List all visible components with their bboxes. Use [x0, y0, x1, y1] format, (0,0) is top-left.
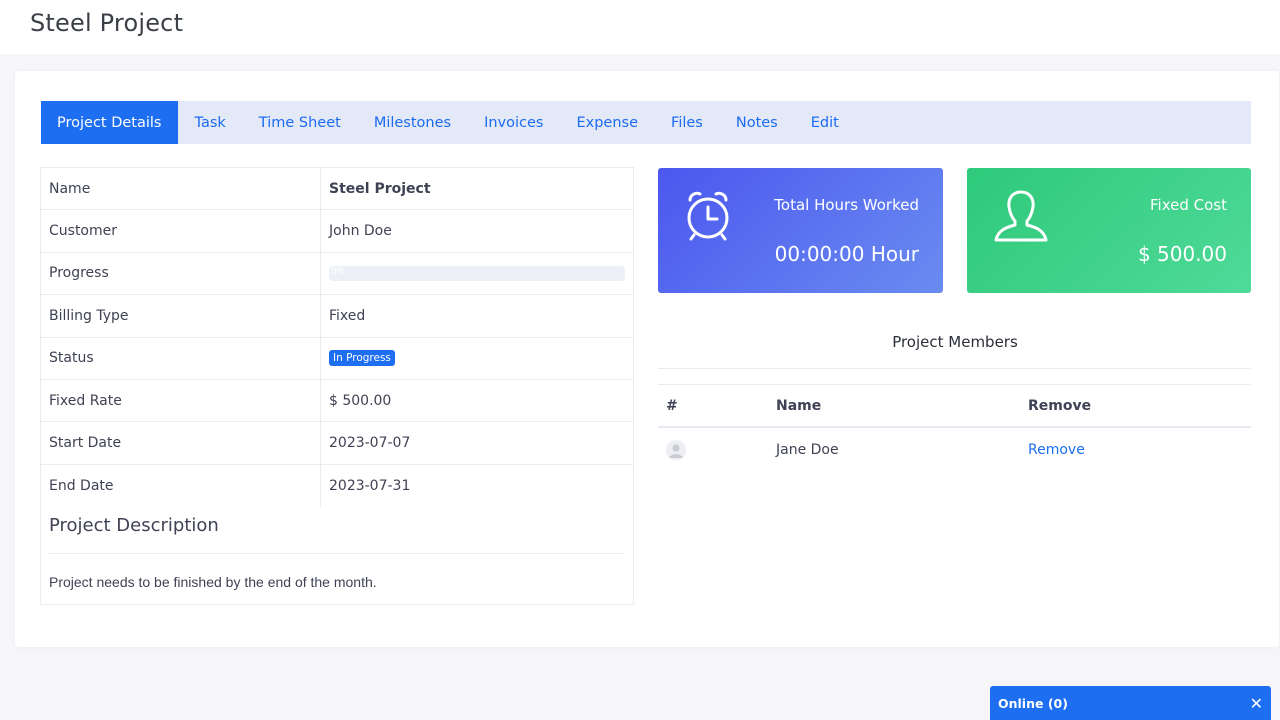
header-remove: Remove [1028, 397, 1092, 414]
tab-task[interactable]: Task [178, 101, 242, 144]
members-divider [658, 368, 1251, 369]
project-details-table: Name Steel Project Customer John Doe Pro… [40, 167, 634, 605]
total-hours-value: 00:00:00 Hour [774, 242, 919, 266]
detail-label: Status [41, 337, 321, 379]
detail-label: Fixed Rate [41, 379, 321, 422]
detail-row-end-date: End Date 2023-07-31 [41, 464, 633, 508]
alarm-clock-icon [684, 188, 732, 246]
detail-row-progress: Progress 0% [41, 252, 633, 296]
user-icon [993, 188, 1049, 248]
detail-label: End Date [41, 464, 321, 508]
detail-value: Fixed [329, 307, 366, 324]
detail-row-customer: Customer John Doe [41, 210, 633, 253]
detail-label: Customer [41, 210, 321, 252]
status-badge: In Progress [329, 350, 395, 367]
fixed-cost-label: Fixed Cost [1150, 196, 1227, 214]
tab-project-details[interactable]: Project Details [41, 101, 178, 144]
fixed-cost-value: $ 500.00 [1137, 242, 1227, 266]
detail-label: Start Date [41, 422, 321, 464]
project-card: Project Details Task Time Sheet Mileston… [15, 71, 1279, 647]
detail-label: Progress [41, 252, 321, 295]
online-chat-bar[interactable]: Online (0) ✕ [990, 686, 1271, 720]
detail-value: In Progress [321, 338, 633, 379]
detail-label: Name [41, 168, 321, 210]
header-name: Name [776, 397, 822, 414]
remove-member-link[interactable]: Remove [1028, 442, 1085, 458]
total-hours-card: Total Hours Worked 00:00:00 Hour [658, 168, 943, 293]
top-bar: Steel Project [0, 0, 1280, 54]
close-icon[interactable]: ✕ [1250, 694, 1263, 713]
tab-files[interactable]: Files [654, 101, 719, 144]
description-title: Project Description [49, 515, 219, 537]
tab-expense[interactable]: Expense [559, 101, 654, 144]
detail-row-billing-type: Billing Type Fixed [41, 295, 633, 338]
online-status-label: Online (0) [998, 695, 1068, 711]
detail-row-name: Name Steel Project [41, 168, 633, 211]
project-members-title: Project Members [892, 333, 1018, 351]
detail-value: 2023-07-31 [329, 477, 411, 494]
detail-value: 0% [321, 253, 633, 294]
tab-invoices[interactable]: Invoices [467, 101, 559, 144]
description-text: Project needs to be finished by the end … [49, 574, 377, 591]
detail-value: $ 500.00 [329, 392, 392, 409]
project-members-table: # Name Remove Jane Doe Remove [658, 384, 1251, 472]
detail-value: 2023-07-07 [329, 435, 411, 452]
members-table-header: # Name Remove [658, 384, 1251, 428]
total-hours-label: Total Hours Worked [774, 196, 919, 214]
detail-label: Billing Type [41, 295, 321, 337]
detail-value: Steel Project [329, 180, 431, 197]
member-name: Jane Doe [776, 442, 839, 458]
tab-time-sheet[interactable]: Time Sheet [242, 101, 357, 144]
fixed-cost-card: Fixed Cost $ 500.00 [967, 168, 1251, 293]
tab-milestones[interactable]: Milestones [357, 101, 467, 144]
detail-row-fixed-rate: Fixed Rate $ 500.00 [41, 379, 633, 423]
tab-notes[interactable]: Notes [719, 101, 794, 144]
header-index: # [666, 397, 678, 414]
tab-bar: Project Details Task Time Sheet Mileston… [41, 101, 1251, 144]
progress-bar: 0% [329, 265, 625, 281]
page-title: Steel Project [30, 9, 184, 37]
table-row: Jane Doe Remove [658, 428, 1251, 472]
avatar [666, 440, 686, 460]
detail-row-start-date: Start Date 2023-07-07 [41, 422, 633, 465]
detail-value: John Doe [329, 223, 392, 240]
detail-row-status: Status In Progress [41, 337, 633, 380]
progress-text: 0% [331, 266, 346, 277]
tab-edit[interactable]: Edit [794, 101, 855, 144]
